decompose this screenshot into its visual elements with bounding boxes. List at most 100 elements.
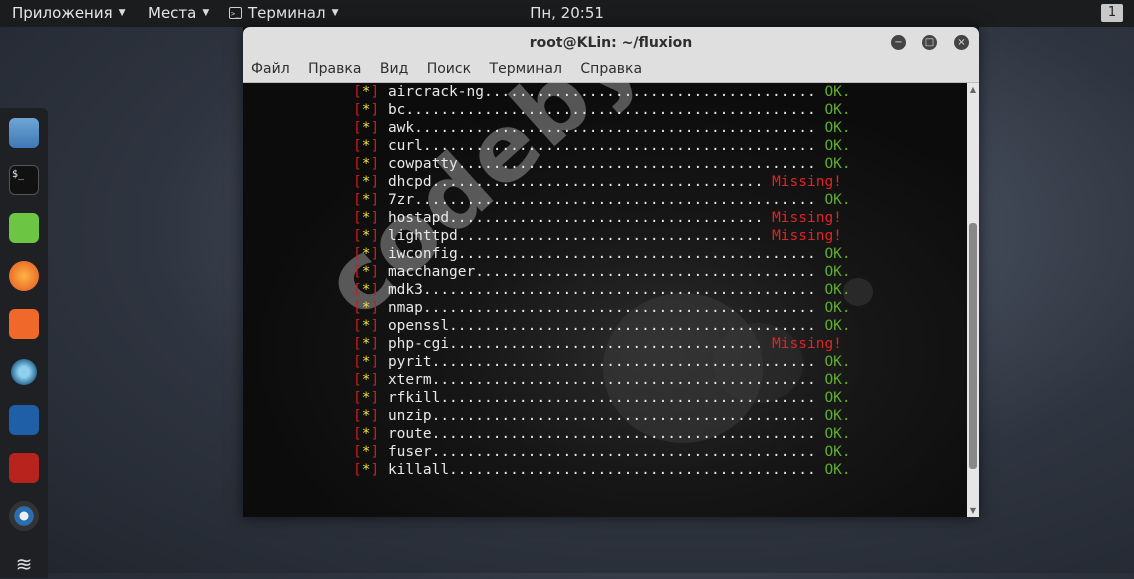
dot-leader: ........................................… [431,354,816,370]
status-label: Missing! [772,174,842,190]
tool-name: killall [387,462,450,478]
active-app-label: Терминал [248,4,326,22]
dot-leader: ...................................... [431,174,764,190]
tool-name: dhcpd [387,174,432,190]
tool-name: nmap [387,300,423,316]
dot-leader: ........................................… [449,462,816,478]
menu-search[interactable]: Поиск [427,61,471,77]
terminal-line: [*] route...............................… [353,426,851,442]
menu-file[interactable]: Файл [251,61,290,77]
workspace-indicator[interactable]: 1 [1101,4,1123,22]
dot-leader: .................................... [449,210,764,226]
places-menu[interactable]: Места ▼ [148,4,209,22]
status-label: OK. [824,246,851,262]
dot-leader: ........................................… [422,300,816,316]
tool-name: route [387,426,432,442]
minimize-button[interactable]: − [891,35,906,50]
status-label: Missing! [772,210,842,226]
tool-name: lighttpd [387,228,458,244]
terminal-line: [*] xterm...............................… [353,372,851,388]
tool-name: bc [387,102,406,118]
scrollbar[interactable]: ▲ ▼ [967,83,979,517]
status-label: OK. [824,318,851,334]
terminal-line: [*] mdk3................................… [353,282,851,298]
output-lines: [*] aircrack-ng.........................… [353,83,851,479]
status-label: OK. [824,120,851,136]
dot-leader: ........................................… [414,120,816,136]
cherrytree-icon[interactable] [9,453,39,483]
status-label: OK. [824,156,851,172]
titlebar[interactable]: root@KLin: ~/fluxion − □ × Файл Правка В… [243,27,979,83]
maximize-button[interactable]: □ [922,35,937,50]
tool-name: aircrack-ng [387,84,484,100]
tool-name: 7zr [387,192,415,208]
terminal-line: [*] cowpatty............................… [353,156,851,172]
dot-leader: ........................................… [422,138,816,154]
tool-name: curl [387,138,423,154]
terminal-line: [*] aircrack-ng.........................… [353,84,851,100]
dot-leader: ........................................… [431,408,816,424]
tool-name: macchanger [387,264,476,280]
terminal-output[interactable]: codeby.net [*] aircrack-ng..............… [243,83,967,517]
tool-name: awk [387,120,415,136]
notes-icon[interactable] [9,213,39,243]
status-label: OK. [824,408,851,424]
dot-leader: ...................................... [483,84,816,100]
scroll-down-icon[interactable]: ▼ [967,506,979,515]
top-panel: Приложения ▼ Места ▼ >_ Терминал ▼ Пн, 2… [0,0,1134,27]
dot-leader: .................................... [449,336,764,352]
dots-app-icon[interactable] [9,501,39,531]
status-label: OK. [824,372,851,388]
status-label: OK. [824,192,851,208]
scrollbar-thumb[interactable] [969,223,977,469]
menu-help[interactable]: Справка [580,61,642,77]
status-label: Missing! [772,336,842,352]
tool-name: xterm [387,372,432,388]
menu-view[interactable]: Вид [380,61,408,77]
applications-label: Приложения [12,4,113,22]
wifi-icon[interactable]: ≋ [9,549,39,579]
eye-icon[interactable] [9,357,39,387]
firefox-icon[interactable] [9,261,39,291]
close-button[interactable]: × [954,35,969,50]
active-app-menu[interactable]: >_ Терминал ▼ [229,4,339,22]
files-icon[interactable] [9,118,39,148]
dock: $_ ≋ [0,108,48,578]
terminal-line: [*] pyrit...............................… [353,354,851,370]
terminal-window: root@KLin: ~/fluxion − □ × Файл Правка В… [243,27,979,517]
applications-menu[interactable]: Приложения ▼ [12,4,126,22]
terminal-line: [*] php-cgi.............................… [353,336,842,352]
tool-name: cowpatty [387,156,458,172]
terminal-line: [*] hostapd.............................… [353,210,842,226]
dot-leader: ........................................… [431,426,816,442]
status-label: OK. [824,300,851,316]
menu-terminal[interactable]: Терминал [490,61,562,77]
dot-leader: ........................................… [457,156,816,172]
terminal-icon: >_ [229,7,242,19]
status-label: OK. [824,426,851,442]
tool-name: rfkill [387,390,441,406]
tool-name: unzip [387,408,432,424]
terminal-line: [*] openssl.............................… [353,318,851,334]
burpsuite-icon[interactable] [9,309,39,339]
dot-leader: ........................................… [457,246,816,262]
scroll-up-icon[interactable]: ▲ [967,85,979,94]
tool-name: php-cgi [387,336,450,352]
terminal-app-icon[interactable]: $_ [9,165,39,195]
dot-leader: ........................................… [431,444,816,460]
terminal-line: [*] macchanger..........................… [353,264,851,280]
terminal-line: [*] dhcpd...............................… [353,174,842,190]
dot-leader: ................................... [457,228,764,244]
status-label: OK. [824,264,851,280]
dot-leader: ........................................… [440,390,816,406]
tool-name: hostapd [387,210,450,226]
status-label: OK. [824,390,851,406]
metasploit-icon[interactable] [9,405,39,435]
dot-leader: ........................................… [431,372,816,388]
terminal-line: [*] rfkill..............................… [353,390,851,406]
status-label: OK. [824,84,851,100]
menu-edit[interactable]: Правка [308,61,361,77]
status-label: OK. [824,102,851,118]
terminal-line: [*] curl................................… [353,138,851,154]
terminal-line: [*] bc..................................… [353,102,851,118]
